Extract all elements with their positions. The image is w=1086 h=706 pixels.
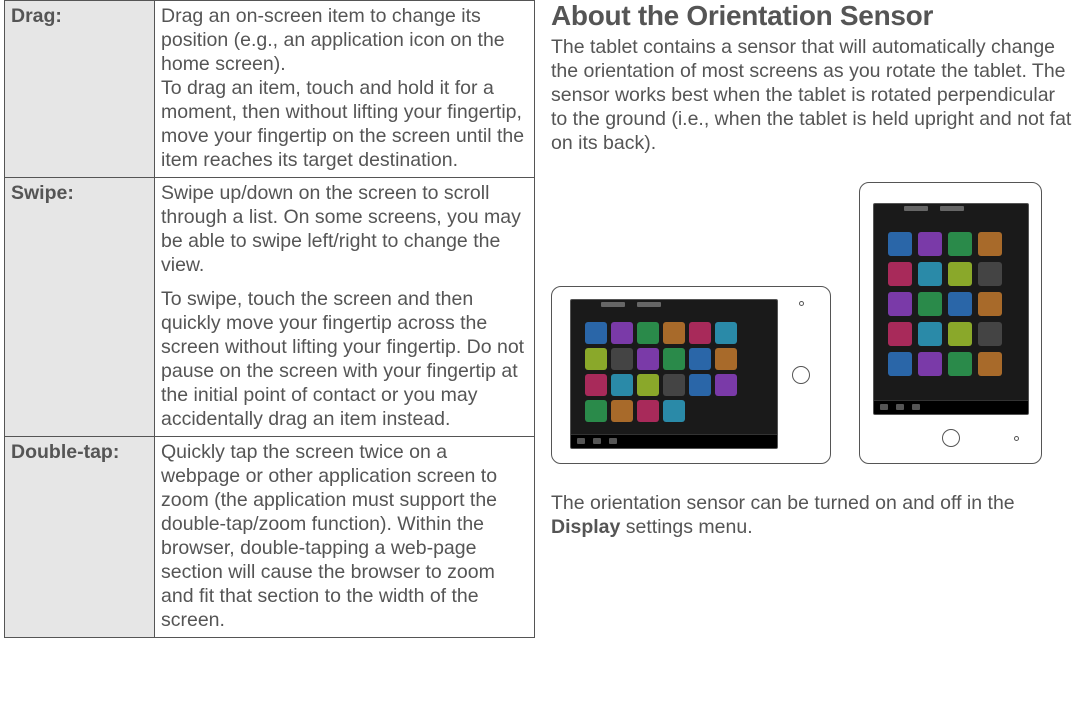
outro-bold: Display [551,516,620,538]
intro-paragraph: The tablet contains a sensor that will a… [551,36,1072,156]
gesture-description-para: Swipe up/down on the screen to scroll th… [161,182,528,278]
gesture-label: Swipe: [5,177,155,436]
tablet-portrait [859,182,1042,464]
gesture-description: Quickly tap the screen twice on a webpag… [155,436,535,637]
section-heading: About the Orientation Sensor [551,0,1072,32]
gesture-label: Drag: [5,1,155,178]
camera-icon [1014,436,1019,441]
orientation-column: About the Orientation Sensor The tablet … [541,0,1086,706]
portrait-screen [873,203,1029,415]
gesture-description-para: Drag an on-screen item to change its pos… [161,5,528,173]
home-button-icon [792,366,810,384]
gesture-table-column: Drag:Drag an on-screen item to change it… [0,0,541,706]
gesture-description: Drag an on-screen item to change its pos… [155,1,535,178]
tablet-illustrations [551,182,1072,464]
outro-paragraph: The orientation sensor can be turned on … [551,492,1072,540]
tablet-landscape [551,286,831,464]
gesture-table-body: Drag:Drag an on-screen item to change it… [5,1,535,638]
landscape-screen [570,299,778,449]
camera-icon [799,301,804,306]
outro-post: settings menu. [620,516,752,538]
gesture-description-para: To swipe, touch the screen and then quic… [161,288,528,432]
table-row: Swipe:Swipe up/down on the screen to scr… [5,177,535,436]
gesture-label: Double-tap: [5,436,155,637]
gesture-description: Swipe up/down on the screen to scroll th… [155,177,535,436]
gesture-description-para: Quickly tap the screen twice on a webpag… [161,441,528,633]
outro-pre: The orientation sensor can be turned on … [551,492,1015,514]
home-button-icon [942,429,960,447]
table-row: Double-tap:Quickly tap the screen twice … [5,436,535,637]
gesture-table: Drag:Drag an on-screen item to change it… [4,0,535,638]
table-row: Drag:Drag an on-screen item to change it… [5,1,535,178]
